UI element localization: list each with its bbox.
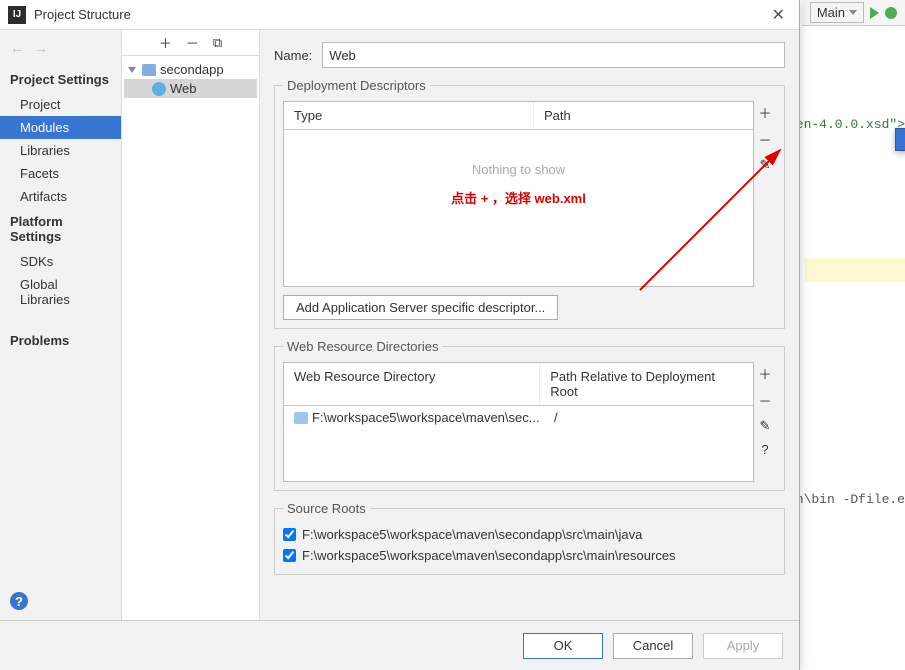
deployment-descriptors-table: Type Path Nothing to show 点击 + ，选择 web.x… (283, 101, 754, 287)
web-resource-table: Web Resource Directory Path Relative to … (283, 362, 754, 482)
add-module-icon[interactable]: ＋ (159, 33, 172, 52)
source-root-item[interactable]: F:\workspace5\workspace\maven\secondapp\… (283, 524, 776, 545)
apply-button: Apply (703, 633, 783, 659)
name-label: Name: (274, 48, 312, 63)
edit-descriptor-icon[interactable]: ✎ (760, 157, 771, 173)
table-row[interactable]: F:\workspace5\workspace\maven\sec... / (284, 406, 753, 429)
sidebar-item-artifacts[interactable]: Artifacts (0, 185, 121, 208)
copy-module-icon[interactable]: ⧉ (213, 35, 222, 51)
web-resource-directories-group: Web Resource Directories Web Resource Di… (274, 339, 785, 491)
deployment-legend: Deployment Descriptors (283, 78, 430, 93)
user-annotation-text: 点击 + ，选择 web.xml (284, 188, 753, 207)
close-icon[interactable]: ✕ (766, 5, 791, 25)
source-root-path: F:\workspace5\workspace\maven\secondapp\… (302, 548, 676, 563)
cancel-button[interactable]: Cancel (613, 633, 693, 659)
sidebar-item-project[interactable]: Project (0, 93, 121, 116)
run-config-selector[interactable]: Main (810, 2, 864, 23)
back-arrow-icon[interactable]: ← (10, 40, 24, 56)
help-wr-icon[interactable]: ? (761, 442, 768, 457)
wr-dir-value: F:\workspace5\workspace\maven\sec... (312, 410, 540, 425)
source-root-path: F:\workspace5\workspace\maven\secondapp\… (302, 527, 642, 542)
web-facet-icon (152, 82, 166, 96)
module-tree-panel: ＋ － ⧉ secondapp Web (122, 30, 260, 620)
name-input[interactable] (322, 42, 785, 68)
descriptor-popup-menu[interactable]: 1 web.xml (895, 128, 905, 151)
sidebar-item-libraries[interactable]: Libraries (0, 139, 121, 162)
dialog-title: Project Structure (34, 7, 766, 22)
editor-highlight-strip (805, 258, 905, 282)
deployment-descriptors-group: Deployment Descriptors Type Path Nothing… (274, 78, 785, 329)
add-descriptor-icon[interactable]: ＋ (758, 103, 771, 122)
dialog-titlebar: IJ Project Structure ✕ (0, 0, 799, 30)
source-root-item[interactable]: F:\workspace5\workspace\maven\secondapp\… (283, 545, 776, 566)
tree-node-web[interactable]: Web (124, 79, 257, 98)
wr-legend: Web Resource Directories (283, 339, 442, 354)
folder-icon (294, 412, 308, 424)
debug-icon[interactable] (885, 7, 897, 19)
editor-text-cmd: in\bin -Dfile.e (788, 492, 905, 507)
run-icon[interactable] (870, 7, 879, 19)
dialog-button-bar: OK Cancel Apply (0, 620, 799, 670)
expand-caret-icon (128, 67, 136, 73)
source-root-checkbox[interactable] (283, 549, 296, 562)
intellij-icon: IJ (8, 6, 26, 24)
run-config-label: Main (817, 5, 845, 20)
project-structure-dialog: IJ Project Structure ✕ ← → Project Setti… (0, 0, 800, 670)
facet-settings-panel: Name: Deployment Descriptors Type Path N… (260, 30, 799, 620)
ok-button[interactable]: OK (523, 633, 603, 659)
src-legend: Source Roots (283, 501, 370, 516)
edit-wr-icon[interactable]: ✎ (760, 418, 771, 434)
source-root-checkbox[interactable] (283, 528, 296, 541)
desc-col-path: Path (534, 102, 581, 129)
module-folder-icon (142, 64, 156, 76)
project-settings-header: Project Settings (0, 66, 121, 93)
chevron-down-icon (849, 10, 857, 15)
wr-path-value: / (554, 410, 558, 425)
remove-descriptor-icon[interactable]: － (758, 130, 771, 149)
sidebar-item-modules[interactable]: Modules (0, 116, 121, 139)
editor-text-xsd: en-4.0.0.xsd"> (796, 117, 905, 132)
desc-col-type: Type (284, 102, 534, 129)
settings-sidebar: ← → Project Settings Project Modules Lib… (0, 30, 122, 620)
sidebar-item-global-libraries[interactable]: Global Libraries (0, 273, 121, 311)
tree-label-web: Web (170, 81, 197, 96)
sidebar-item-sdks[interactable]: SDKs (0, 250, 121, 273)
wr-col-path: Path Relative to Deployment Root (540, 363, 753, 405)
ide-top-toolbar: Main (802, 0, 905, 26)
remove-module-icon[interactable]: － (186, 33, 199, 52)
tree-node-secondapp[interactable]: secondapp (124, 60, 257, 79)
remove-wr-icon[interactable]: － (758, 391, 771, 410)
wr-col-dir: Web Resource Directory (284, 363, 540, 405)
sidebar-item-problems[interactable]: Problems (0, 329, 121, 352)
add-server-descriptor-button[interactable]: Add Application Server specific descript… (283, 295, 558, 320)
source-roots-group: Source Roots F:\workspace5\workspace\mav… (274, 501, 785, 575)
add-wr-icon[interactable]: ＋ (758, 364, 771, 383)
tree-label-root: secondapp (160, 62, 224, 77)
help-icon[interactable]: ? (10, 592, 28, 610)
platform-settings-header: Platform Settings (0, 208, 121, 250)
sidebar-item-facets[interactable]: Facets (0, 162, 121, 185)
nothing-to-show-label: Nothing to show (284, 162, 753, 177)
forward-arrow-icon[interactable]: → (34, 40, 48, 56)
